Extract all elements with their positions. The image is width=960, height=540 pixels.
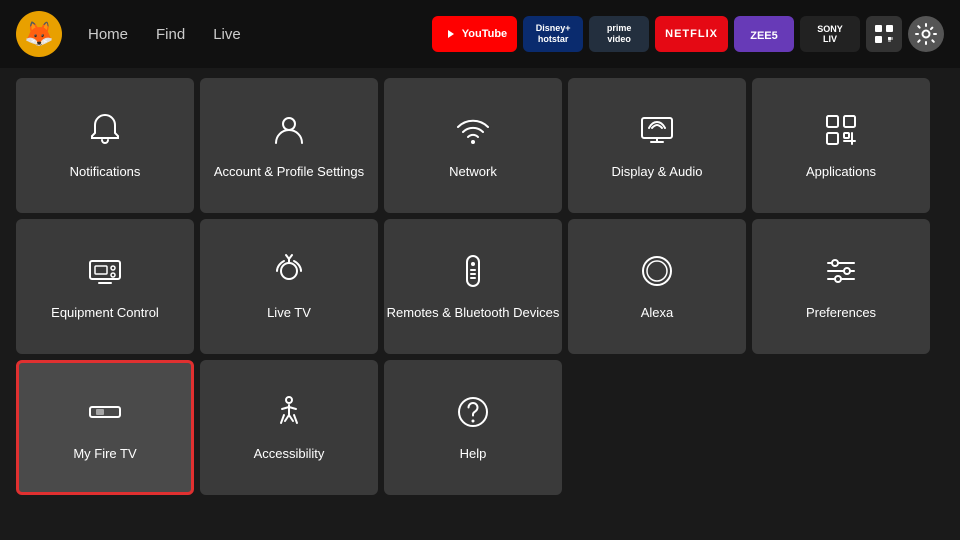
notifications-cell[interactable]: Notifications [16,78,194,213]
firetv-icon [86,393,124,436]
alexa-icon [638,252,676,295]
network-cell[interactable]: Network [384,78,562,213]
sliders-icon [822,252,860,295]
netflix-shortcut[interactable]: NETFLIX [655,16,728,52]
display-audio-cell[interactable]: Display & Audio [568,78,746,213]
zee5-shortcut[interactable]: ZEE5 [734,16,794,52]
help-label: Help [460,446,487,463]
notifications-label: Notifications [70,164,141,181]
person-icon [270,111,308,154]
applications-label: Applications [806,164,876,181]
preferences-label: Preferences [806,305,876,322]
equipment-control-cell[interactable]: Equipment Control [16,219,194,354]
fire-tv-logo: 🦊 [16,11,62,57]
network-label: Network [449,164,497,181]
app-shortcuts: YouTube Disney+hotstar primevideo NETFLI… [432,16,944,52]
alexa-label: Alexa [641,305,674,322]
grid-row-2: Equipment Control Live TV [16,219,944,354]
nav-find[interactable]: Find [146,20,195,49]
my-fire-tv-cell[interactable]: My Fire TV [16,360,194,495]
display-audio-label: Display & Audio [611,164,702,181]
wifi-icon [454,111,492,154]
prime-shortcut[interactable]: primevideo [589,16,649,52]
live-tv-label: Live TV [267,305,311,322]
svg-text:ZEE5: ZEE5 [750,30,778,42]
preferences-cell[interactable]: Preferences [752,219,930,354]
nav-links: Home Find Live [78,20,251,49]
grid-row-3: My Fire TV Accessibility Help [16,360,944,495]
sony-shortcut[interactable]: SONYLIV [800,16,860,52]
grid-row-1: Notifications Account & Profile Settings [16,78,944,213]
tv-icon [86,252,124,295]
youtube-shortcut[interactable]: YouTube [432,16,517,52]
disney-shortcut[interactable]: Disney+hotstar [523,16,583,52]
account-profile-label: Account & Profile Settings [214,164,364,181]
apps-icon [822,111,860,154]
remote-icon [454,252,492,295]
help-icon [454,393,492,436]
remotes-bluetooth-cell[interactable]: Remotes & Bluetooth Devices [384,219,562,354]
antenna-icon [270,252,308,295]
applications-cell[interactable]: Applications [752,78,930,213]
bell-icon [86,111,124,154]
accessibility-label: Accessibility [254,446,325,463]
remotes-bluetooth-label: Remotes & Bluetooth Devices [387,305,560,322]
display-icon [638,111,676,154]
live-tv-cell[interactable]: Live TV [200,219,378,354]
accessibility-cell[interactable]: Accessibility [200,360,378,495]
settings-button[interactable] [908,16,944,52]
top-navigation: 🦊 Home Find Live YouTube Disney+hotstar … [0,0,960,68]
nav-live[interactable]: Live [203,20,251,49]
help-cell[interactable]: Help [384,360,562,495]
equipment-control-label: Equipment Control [51,305,159,322]
account-profile-cell[interactable]: Account & Profile Settings [200,78,378,213]
my-fire-tv-label: My Fire TV [73,446,136,463]
accessibility-icon [270,393,308,436]
grid-apps-button[interactable] [866,16,902,52]
settings-grid: Notifications Account & Profile Settings [0,68,960,505]
nav-home[interactable]: Home [78,20,138,49]
alexa-cell[interactable]: Alexa [568,219,746,354]
